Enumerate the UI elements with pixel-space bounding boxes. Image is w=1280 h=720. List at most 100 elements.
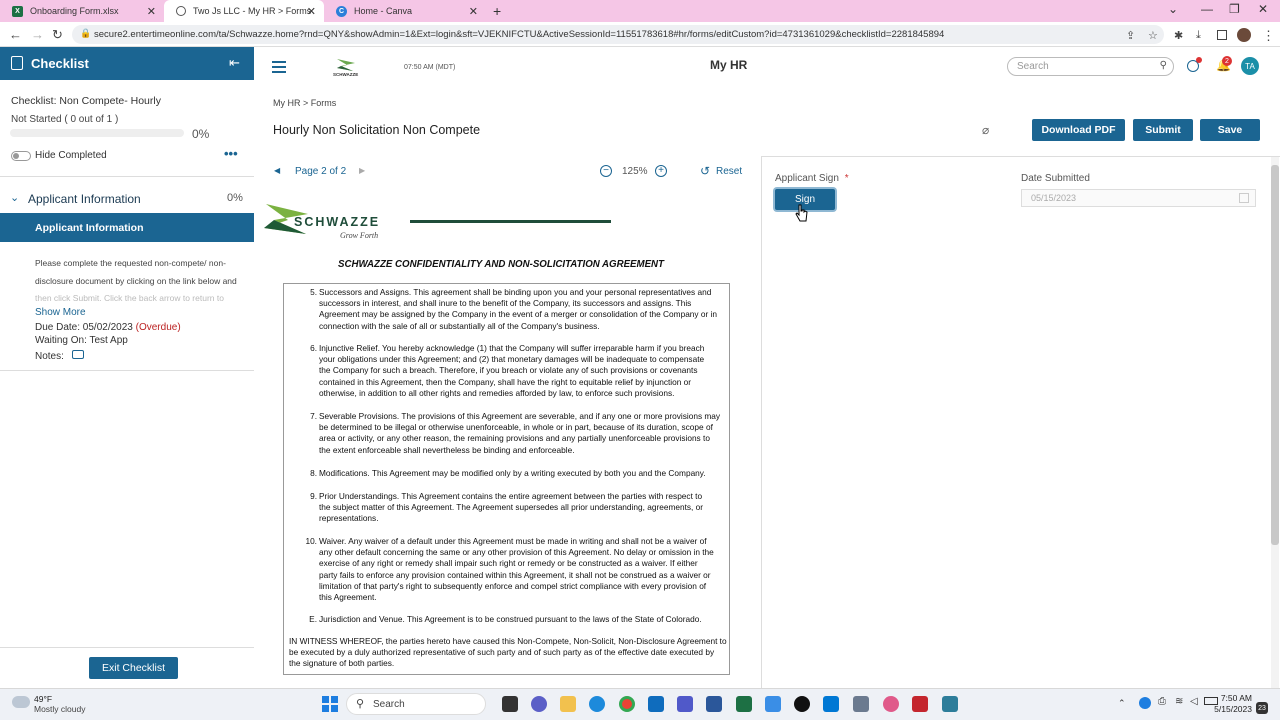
clause-number: 5. xyxy=(310,287,317,297)
reload-icon[interactable]: ↻ xyxy=(52,27,63,43)
chrome-icon[interactable] xyxy=(619,696,635,712)
clause-line: the extent enforceable shall nevertheles… xyxy=(319,444,575,455)
notification-center-badge[interactable]: 23 xyxy=(1256,702,1268,714)
clause-line: the subject matter of this Agreement. Th… xyxy=(319,502,704,513)
volume-icon[interactable]: ◁ xyxy=(1190,696,1198,707)
notes-label: Notes: xyxy=(35,351,64,362)
music-icon[interactable] xyxy=(883,696,899,712)
breadcrumb-forms[interactable]: Forms xyxy=(311,98,337,108)
attachment-paperclip-icon[interactable]: ⌀ xyxy=(982,123,989,137)
outlook-icon[interactable] xyxy=(648,696,664,712)
clause-text: Jurisdiction and Venue. This Agreement i… xyxy=(319,614,725,625)
next-page-icon[interactable]: ▶ xyxy=(359,166,365,175)
hand-cursor-icon xyxy=(795,204,808,222)
reset-icon[interactable]: ↺ xyxy=(700,164,710,178)
network-printer-icon[interactable]: ⎙ xyxy=(1158,696,1166,707)
checklist-item-applicant-information[interactable]: Applicant Information xyxy=(0,213,254,242)
browser-tab-myhr[interactable]: Two Js LLC - My HR > Forms ✕ xyxy=(164,0,324,22)
user-avatar[interactable]: TA xyxy=(1241,57,1259,75)
sidepanel-icon[interactable] xyxy=(1217,30,1227,40)
clause-line: this Agreement. xyxy=(319,592,377,603)
weather-desc: Mostly cloudy xyxy=(34,704,86,714)
close-icon[interactable]: ✕ xyxy=(307,5,316,18)
hide-completed-toggle[interactable] xyxy=(11,151,31,161)
reset-button[interactable]: Reset xyxy=(716,166,742,177)
submit-button[interactable]: Submit xyxy=(1133,119,1193,141)
snipping-tool-icon[interactable] xyxy=(942,696,958,712)
teams-icon[interactable] xyxy=(677,696,693,712)
profile-avatar[interactable] xyxy=(1237,28,1251,42)
breadcrumb-myhr[interactable]: My HR xyxy=(273,98,301,108)
required-asterisk: * xyxy=(844,173,849,184)
document-logo: SCHWAZZE Grow Forth xyxy=(262,200,397,246)
forward-icon[interactable]: → xyxy=(31,27,44,42)
checklist-percent: 0% xyxy=(192,127,210,141)
github-icon[interactable] xyxy=(794,696,810,712)
task-view-icon[interactable] xyxy=(502,696,518,712)
mcafee-icon[interactable] xyxy=(912,696,928,712)
divider xyxy=(0,647,254,648)
tray-chevron-up-icon[interactable]: ⌃ xyxy=(1118,698,1126,709)
collapse-panel-icon[interactable]: ⇤ xyxy=(229,55,240,71)
onedrive-icon[interactable] xyxy=(1139,697,1151,709)
checklist-progress-bar xyxy=(10,129,184,137)
minimize-icon[interactable]: — xyxy=(1201,2,1213,16)
sign-label-text: Applicant Sign xyxy=(775,173,839,184)
download-icon[interactable]: ⤓ xyxy=(1196,29,1201,42)
section-applicant-information[interactable]: ⌄ Applicant Information 0% xyxy=(0,186,254,212)
exit-checklist-button[interactable]: Exit Checklist xyxy=(89,657,178,679)
show-more-link[interactable]: Show More xyxy=(35,307,86,318)
store-icon[interactable] xyxy=(823,696,839,712)
document-logo-text: SCHWAZZE xyxy=(294,215,381,229)
clause-text: Waiver. Any waiver of a default under th… xyxy=(319,536,725,603)
back-icon[interactable]: ← xyxy=(9,27,22,42)
vertical-scrollbar[interactable] xyxy=(1271,157,1279,688)
new-tab-icon[interactable]: + xyxy=(493,3,501,19)
taskbar-search-input[interactable]: ⚲ Search xyxy=(346,693,486,715)
photos-icon[interactable] xyxy=(853,696,869,712)
zoom-out-icon[interactable]: − xyxy=(600,165,612,177)
todo-icon[interactable] xyxy=(765,696,781,712)
url-input[interactable]: 🔒 secure2.entertimeonline.com/ta/Schwazz… xyxy=(72,25,1164,44)
zoom-in-icon[interactable]: + xyxy=(655,165,667,177)
browser-tab-canva[interactable]: C Home - Canva ✕ xyxy=(324,0,486,22)
edge-icon[interactable] xyxy=(589,696,605,712)
hamburger-menu-icon[interactable] xyxy=(272,61,286,73)
clock-time[interactable]: 7:50 AM xyxy=(1220,693,1252,703)
wifi-icon[interactable]: ≋ xyxy=(1175,696,1183,707)
taskbar-search-label: Search xyxy=(373,698,405,710)
close-icon[interactable]: ✕ xyxy=(147,5,156,18)
close-icon[interactable]: ✕ xyxy=(469,5,478,18)
clipboard-icon xyxy=(11,56,23,70)
description-line-faded: then click Submit. Click the back arrow … xyxy=(35,293,224,303)
due-date: Due Date: 05/02/2023 (Overdue) xyxy=(35,322,181,333)
search-input[interactable]: Search ⚲ xyxy=(1007,57,1174,76)
teams-chat-icon[interactable] xyxy=(531,696,547,712)
extensions-icon[interactable]: ✱ xyxy=(1174,29,1183,42)
chat-notes-icon[interactable] xyxy=(72,350,84,359)
clause-line: Injunctive Relief. You hereby acknowledg… xyxy=(319,343,705,353)
browser-tab-excel[interactable]: X Onboarding Form.xlsx ✕ xyxy=(0,0,164,22)
hide-completed-label: Hide Completed xyxy=(35,150,107,161)
share-icon[interactable]: ⇪ xyxy=(1126,29,1135,42)
search-icon[interactable]: ⚲ xyxy=(1160,60,1167,71)
tab-label: Home - Canva xyxy=(354,6,413,16)
schwazze-logo: SCHWAZZE xyxy=(333,57,359,79)
bookmark-star-icon[interactable]: ☆ xyxy=(1148,29,1158,42)
restore-icon[interactable]: ❐ xyxy=(1229,2,1240,16)
close-window-icon[interactable]: ✕ xyxy=(1258,2,1268,16)
save-button[interactable]: Save xyxy=(1200,119,1260,141)
excel-taskbar-icon[interactable] xyxy=(736,696,752,712)
scrollbar-thumb[interactable] xyxy=(1271,165,1279,545)
app-title: My HR xyxy=(710,58,748,72)
windows-start-icon[interactable] xyxy=(322,696,338,712)
menu-kebab-icon[interactable]: ⋮ xyxy=(1262,28,1275,44)
more-options-icon[interactable]: ••• xyxy=(224,146,238,161)
previous-page-icon[interactable]: ◀ xyxy=(274,166,280,175)
checklist-body xyxy=(0,80,254,688)
word-icon[interactable] xyxy=(706,696,722,712)
download-pdf-button[interactable]: Download PDF xyxy=(1032,119,1125,141)
clock-date[interactable]: 5/15/2023 xyxy=(1212,704,1252,714)
file-explorer-icon[interactable] xyxy=(560,696,576,712)
tab-search-chevron-icon[interactable]: ⌄ xyxy=(1168,2,1178,16)
